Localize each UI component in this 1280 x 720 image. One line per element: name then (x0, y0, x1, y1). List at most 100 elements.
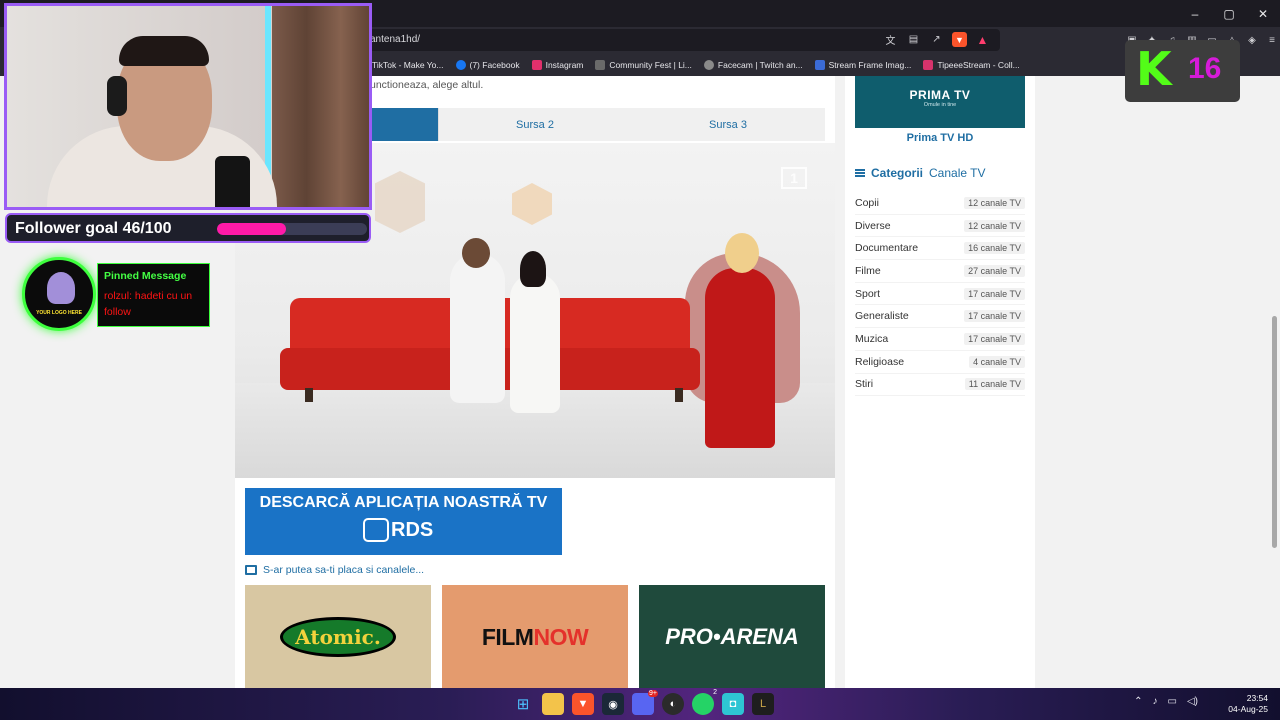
taskbar-clock[interactable]: 23:54 04-Aug-25 (1228, 693, 1268, 715)
presenter-head (725, 233, 759, 273)
vpn-shield-icon[interactable]: ◈ (1245, 33, 1259, 47)
channel-card-filmnow[interactable]: FILMNOW (442, 585, 628, 688)
filmnow-label-a: FILM (481, 623, 534, 650)
set-decoration (375, 171, 425, 233)
category-item[interactable]: Documentare 16 canale TV (855, 237, 1025, 261)
category-count: 12 canale TV (964, 196, 1025, 209)
category-item[interactable]: Stiri 11 canale TV (855, 374, 1025, 397)
bookmark-facecam[interactable]: Facecam | Twitch an... (703, 60, 803, 70)
window-controls: – ▢ ✕ (1178, 0, 1280, 27)
instagram-icon (531, 60, 542, 70)
rds-app-banner[interactable]: DESCARCĂ APLICAȚIA NOASTRĂ TV RDS (245, 488, 562, 555)
app-icon[interactable]: ◘ (722, 693, 744, 715)
windows-start-icon[interactable]: ⊞ (512, 693, 534, 715)
tab-sursa-3[interactable]: Sursa 3 (631, 108, 825, 141)
monitor-icon (245, 565, 257, 575)
address-bar[interactable]: antena1hd/ 文 ▤ ↗ ▼ ▲ (360, 29, 1000, 51)
presenter-head (520, 251, 546, 287)
presenter-figure (450, 253, 505, 403)
brave-rewards-icon[interactable]: ▲ (975, 32, 990, 47)
tv-icon (363, 518, 389, 542)
category-item[interactable]: Muzica 17 canale TV (855, 328, 1025, 351)
presenter-figure (705, 268, 775, 448)
bookmark-label: Community Fest | Li... (609, 60, 692, 70)
whatsapp-icon[interactable]: 2 (692, 689, 717, 715)
volume-icon[interactable]: ◁) (1187, 696, 1198, 707)
category-item[interactable]: Copii 12 canale TV (855, 192, 1025, 215)
category-count: 17 canale TV (964, 310, 1025, 323)
category-item[interactable]: Diverse 12 canale TV (855, 215, 1025, 238)
address-bar-text: antena1hd/ (370, 34, 421, 45)
follower-goal-bar (217, 223, 367, 235)
category-item[interactable]: Religioase 4 canale TV (855, 351, 1025, 374)
bookmark-label: TipeeeStream - Coll... (937, 60, 1020, 70)
category-count: 17 canale TV (964, 287, 1025, 300)
file-explorer-icon[interactable] (542, 693, 564, 715)
mascot-icon (47, 272, 75, 304)
category-count: 16 canale TV (964, 242, 1025, 255)
windows-taskbar: ⊞ ▼ ◉ 9+ ◐ 2 ◘ L ⌃ ♪ ▭ ◁) 23:54 04-Aug-2… (0, 688, 1280, 720)
share-icon[interactable]: ↗ (929, 32, 944, 47)
category-item[interactable]: Filme 27 canale TV (855, 260, 1025, 283)
bookmark-instagram[interactable]: Instagram (531, 60, 583, 70)
microphone-tray-icon[interactable]: ♪ (1153, 696, 1158, 707)
bookmark-community-fest[interactable]: Community Fest | Li... (595, 60, 692, 70)
tipeee-icon (923, 60, 934, 70)
reader-mode-icon[interactable]: ▤ (906, 32, 921, 47)
pinned-message-title: Pinned Message (104, 270, 187, 282)
brave-shields-icon[interactable]: ▼ (952, 32, 967, 47)
prima-tv-card[interactable]: PRIMA TV Omule in tine (855, 76, 1025, 128)
webcam-overlay (4, 3, 372, 210)
bookmark-tipeeestream[interactable]: TipeeeStream - Coll... (923, 60, 1020, 70)
brave-icon[interactable]: ▼ (572, 693, 594, 715)
list-icon (855, 169, 865, 177)
tab-sursa-1[interactable] (370, 108, 438, 141)
bookmark-tiktok[interactable]: TikTok - Make Yo... (372, 60, 444, 70)
league-icon[interactable]: L (752, 693, 774, 715)
obs-icon[interactable]: ◐ (662, 693, 684, 715)
discord-icon[interactable]: 9+ (632, 690, 658, 715)
page-scrollbar[interactable] (1272, 316, 1277, 548)
filmnow-label-b: NOW (533, 623, 589, 650)
set-decoration (512, 183, 552, 225)
suggested-channels-link[interactable]: S-ar putea sa-ti placa si canalele... (245, 564, 424, 576)
taskbar-apps: ⊞ ▼ ◉ 9+ ◐ 2 ◘ L (512, 689, 774, 715)
category-item[interactable]: Generaliste 17 canale TV (855, 305, 1025, 329)
prima-tv-caption[interactable]: Prima TV HD (855, 132, 1025, 144)
categories-list: Copii 12 canale TV Diverse 12 canale TV Do… (855, 192, 1025, 397)
bookmark-facebook[interactable]: (7) Facebook (455, 60, 520, 70)
maximize-button[interactable]: ▢ (1212, 0, 1246, 27)
category-name: Diverse (855, 219, 891, 232)
bookmark-label: Facecam | Twitch an... (717, 60, 803, 70)
translate-icon[interactable]: 文 (883, 32, 898, 47)
category-count: 11 canale TV (964, 378, 1025, 391)
streamer-hair (119, 36, 209, 66)
channel-card-proarena[interactable]: PRO•ARENA (639, 585, 825, 688)
network-icon[interactable]: ▭ (1168, 696, 1177, 707)
menu-icon[interactable]: ≡ (1265, 33, 1279, 47)
categories-heading-rest: Canale TV (929, 166, 986, 180)
close-button[interactable]: ✕ (1246, 0, 1280, 27)
tab-sursa-2[interactable]: Sursa 2 (438, 108, 631, 141)
presenter-head (462, 238, 490, 268)
image-icon (814, 60, 825, 70)
channel-card-atomic[interactable]: Atomic. (245, 585, 431, 688)
source-notice: unctioneaza, alege altul. (370, 79, 484, 91)
system-tray: ⌃ ♪ ▭ ◁) (1134, 696, 1198, 707)
microphone-icon (215, 156, 250, 207)
globe-icon (703, 60, 714, 70)
minimize-button[interactable]: – (1178, 0, 1212, 27)
category-name: Muzica (855, 332, 889, 345)
bookmark-stream-frame[interactable]: Stream Frame Imag... (814, 60, 911, 70)
follower-goal-widget: Follower goal 46/100 (5, 213, 371, 243)
suggested-channels-grid: Atomic. FILMNOW PRO•ARENA (245, 585, 825, 688)
categories-heading-bold: Categorii (871, 166, 924, 180)
avatar-text: YOUR LOGO HERE (36, 310, 82, 316)
category-name: Stiri (855, 378, 874, 391)
steam-icon[interactable]: ◉ (602, 693, 624, 715)
sidebar: PRIMA TV Omule in tine Prima TV HD Categ… (845, 76, 1035, 688)
chevron-up-icon[interactable]: ⌃ (1134, 696, 1142, 707)
pinned-message-text: rolzul: hadeti cu un follow (104, 290, 193, 318)
kick-viewer-count: 16 (1188, 52, 1222, 85)
category-item[interactable]: Sport 17 canale TV (855, 283, 1025, 306)
